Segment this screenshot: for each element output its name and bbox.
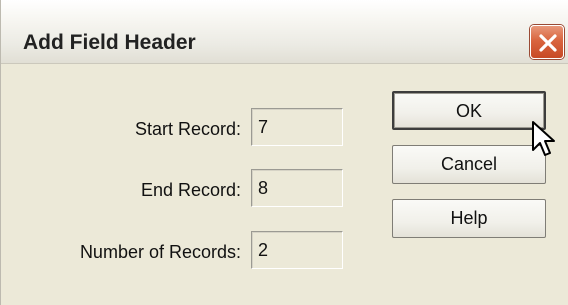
start-record-field[interactable]: 7 [251,108,343,146]
number-of-records-label: Number of Records: [79,242,241,262]
close-button[interactable] [530,25,564,59]
dialog-title: Add Field Header [23,31,196,54]
help-button[interactable]: Help [392,199,546,238]
add-field-header-dialog: Add Field Header Start Record: 7 End Rec… [0,0,568,305]
end-record-field[interactable]: 8 [251,169,343,207]
end-record-label: End Record: [140,180,241,200]
close-icon [539,34,557,52]
number-of-records-field[interactable]: 2 [251,231,343,269]
mouse-pointer-icon [532,121,555,156]
cancel-button[interactable]: Cancel [392,145,546,184]
ok-button[interactable]: OK [392,91,546,130]
start-record-label: Start Record: [134,119,241,139]
title-bar: Add Field Header [1,0,568,64]
